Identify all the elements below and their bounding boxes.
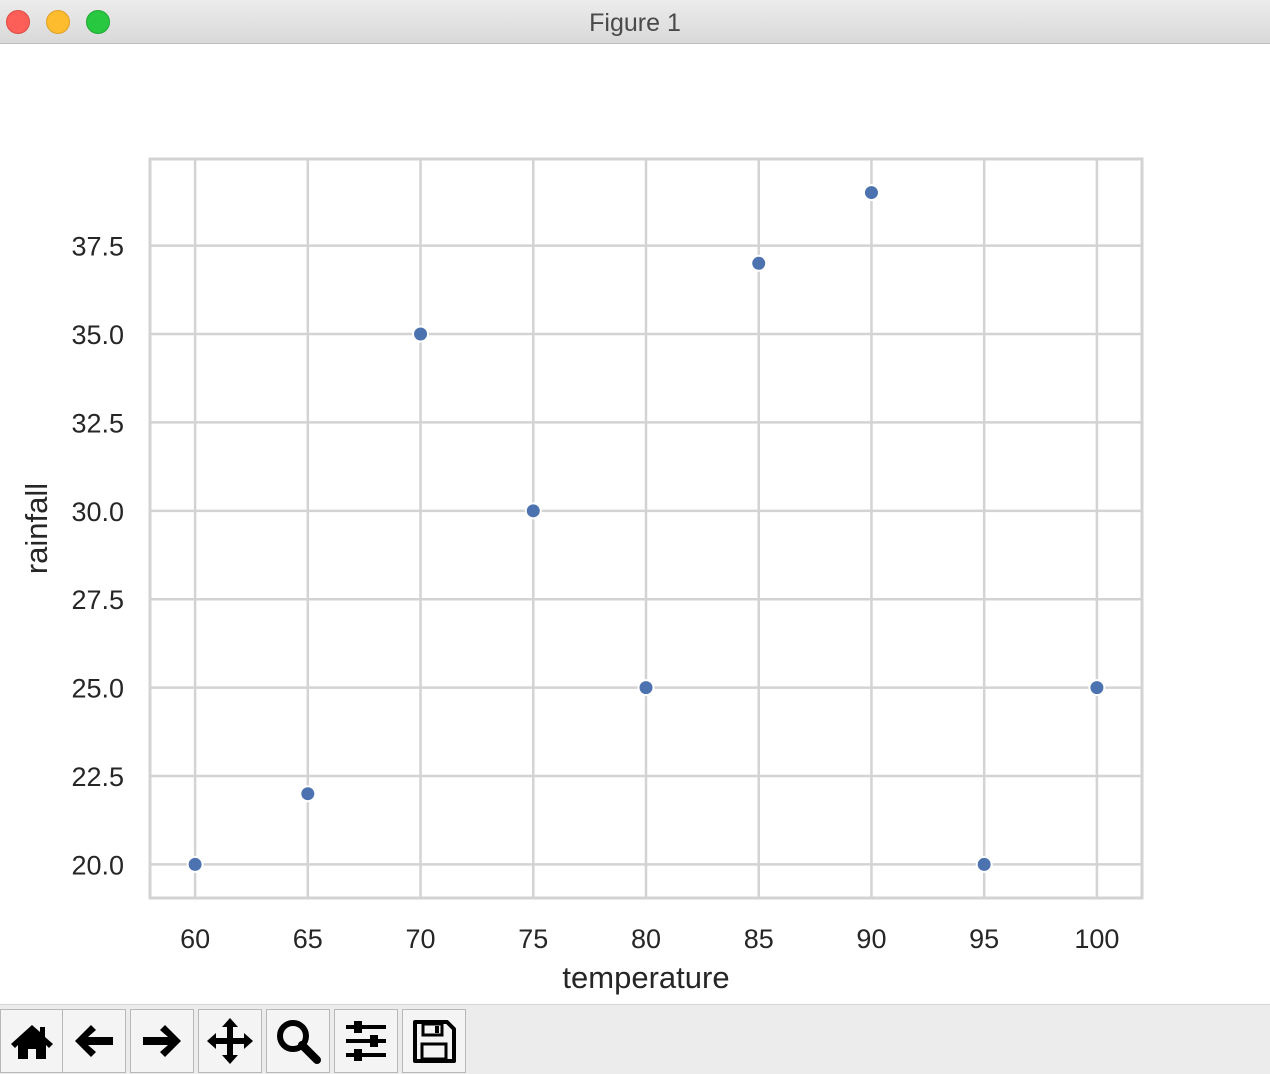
home-button[interactable] bbox=[0, 1009, 64, 1073]
window-title: Figure 1 bbox=[589, 9, 681, 37]
zoom-button[interactable] bbox=[266, 1009, 330, 1073]
y-tick-label: 22.5 bbox=[71, 762, 124, 792]
data-point[interactable] bbox=[186, 855, 204, 873]
y-tick-label: 27.5 bbox=[71, 585, 124, 615]
data-point[interactable] bbox=[299, 785, 317, 803]
y-tick-label: 37.5 bbox=[71, 232, 124, 262]
data-point[interactable] bbox=[975, 855, 993, 873]
arrow-left-icon bbox=[75, 1025, 113, 1057]
x-axis-label: temperature bbox=[562, 960, 729, 995]
y-tick-label: 25.0 bbox=[71, 674, 124, 704]
x-tick-label: 100 bbox=[1074, 924, 1119, 954]
sliders-icon bbox=[346, 1021, 386, 1061]
scatter-chart: 60 65 70 75 80 85 90 95 100 20.0 22.5 25.0 27.5 30.0… bbox=[19, 157, 1144, 995]
y-tick-label: 35.0 bbox=[71, 320, 124, 350]
x-tick-label: 95 bbox=[969, 924, 999, 954]
magnifier-icon bbox=[277, 1020, 321, 1064]
y-tick-label: 30.0 bbox=[71, 497, 124, 527]
navigation-toolbar bbox=[0, 1004, 1270, 1074]
y-tick-label: 20.0 bbox=[71, 850, 124, 880]
data-point[interactable] bbox=[524, 502, 542, 520]
pan-button[interactable] bbox=[198, 1009, 262, 1073]
data-point[interactable] bbox=[750, 254, 768, 272]
x-tick-label: 60 bbox=[180, 924, 210, 954]
y-axis-label: rainfall bbox=[19, 483, 54, 574]
move-icon bbox=[207, 1018, 253, 1064]
y-tick-labels: 20.0 22.5 25.0 27.5 30.0 32.5 35.0 37.5 bbox=[71, 232, 124, 881]
x-tick-labels: 60 65 70 75 80 85 90 95 100 bbox=[180, 924, 1119, 954]
figure-canvas[interactable]: 60 65 70 75 80 85 90 95 100 20.0 22.5 25.0 27.5 30.0… bbox=[0, 44, 1270, 1004]
x-tick-label: 65 bbox=[293, 924, 323, 954]
forward-button[interactable] bbox=[130, 1009, 194, 1073]
home-icon bbox=[11, 1025, 53, 1059]
back-button[interactable] bbox=[62, 1009, 126, 1073]
x-tick-label: 70 bbox=[406, 924, 436, 954]
x-tick-label: 90 bbox=[856, 924, 886, 954]
grid-lines bbox=[150, 159, 1142, 898]
x-tick-label: 80 bbox=[631, 924, 661, 954]
configure-subplots-button[interactable] bbox=[334, 1009, 398, 1073]
data-point[interactable] bbox=[412, 325, 430, 343]
figure-window: Figure 1 60 65 70 75 80 85 90 95 100 20.0 22.5 25.… bbox=[0, 0, 1270, 1074]
save-button[interactable] bbox=[402, 1009, 466, 1073]
title-bar: Figure 1 bbox=[0, 0, 1270, 44]
x-tick-label: 85 bbox=[744, 924, 774, 954]
y-tick-label: 32.5 bbox=[71, 408, 124, 438]
floppy-disk-icon bbox=[413, 1020, 456, 1063]
data-point[interactable] bbox=[637, 679, 655, 697]
data-point[interactable] bbox=[1088, 679, 1106, 697]
arrow-right-icon bbox=[143, 1025, 181, 1057]
x-tick-label: 75 bbox=[518, 924, 548, 954]
data-point[interactable] bbox=[862, 184, 880, 202]
